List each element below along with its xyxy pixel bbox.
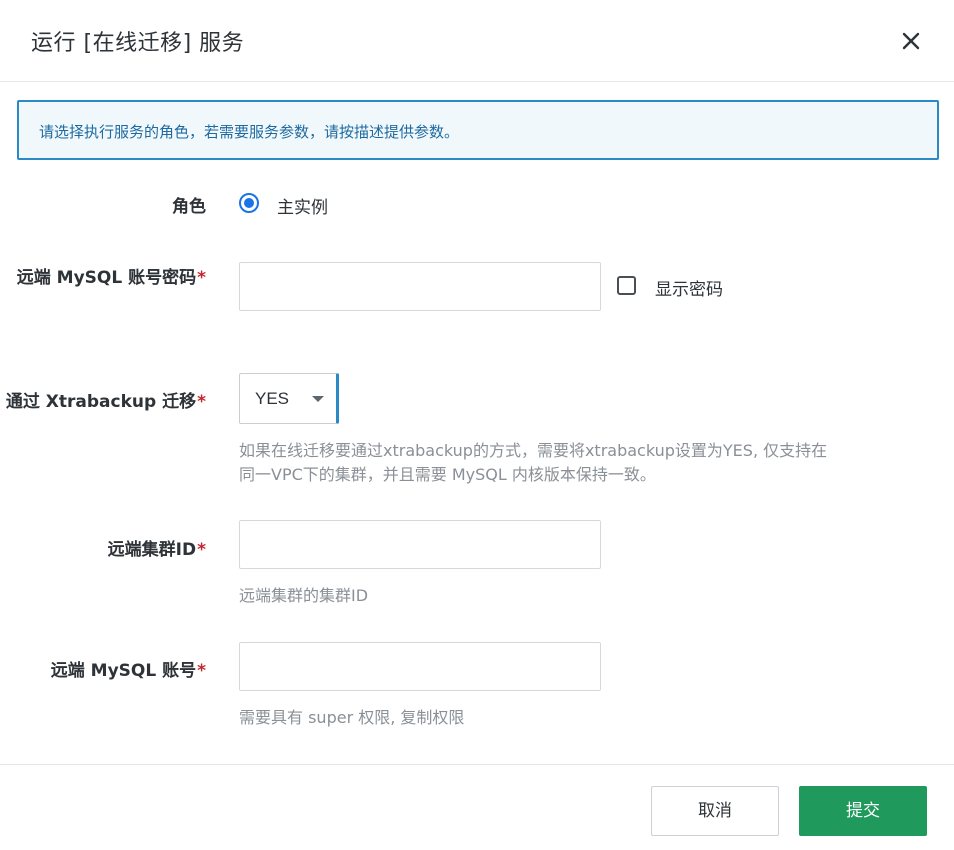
remote-cluster-id-label-text: 远端集群ID — [107, 540, 197, 560]
remote-password-label-text: 远端 MySQL 账号密码 — [16, 268, 197, 288]
xtrabackup-help-line2: 同一VPC下的集群，并且需要 MySQL 内核版本保持一致。 — [239, 465, 656, 484]
remote-password-label: 远端 MySQL 账号密码* — [17, 263, 206, 288]
role-label-text: 角色 — [172, 197, 206, 217]
submit-button[interactable]: 提交 — [799, 786, 927, 836]
remote-cluster-id-input[interactable] — [239, 520, 601, 569]
xtrabackup-help-line1: 如果在线迁移要通过xtrabackup的方式，需要将xtrabackup设置为Y… — [239, 441, 828, 460]
xtrabackup-help: 如果在线迁移要通过xtrabackup的方式，需要将xtrabackup设置为Y… — [239, 439, 827, 487]
remote-password-input[interactable] — [239, 262, 601, 311]
remote-cluster-id-label: 远端集群ID* — [108, 535, 206, 560]
required-mark: * — [197, 392, 206, 412]
dialog-title: 运行 [在线迁移] 服务 — [31, 31, 245, 56]
role-label: 角色 — [172, 192, 206, 217]
cancel-button[interactable]: 取消 — [651, 786, 779, 836]
xtrabackup-label: 通过 Xtrabackup 迁移* — [6, 387, 206, 412]
required-mark: * — [197, 661, 206, 681]
xtrabackup-label-text: 通过 Xtrabackup 迁移 — [5, 392, 197, 412]
remote-account-label: 远端 MySQL 账号* — [51, 656, 206, 681]
remote-account-label-text: 远端 MySQL 账号 — [50, 661, 197, 681]
required-mark: * — [197, 540, 206, 560]
info-notice: 请选择执行服务的角色，若需要服务参数，请按描述提供参数。 — [17, 100, 939, 160]
remote-cluster-id-help: 远端集群的集群ID — [239, 586, 369, 605]
notice-text: 请选择执行服务的角色，若需要服务参数，请按描述提供参数。 — [39, 123, 460, 141]
xtrabackup-select[interactable]: YES — [239, 373, 339, 424]
footer-divider — [0, 764, 954, 765]
remote-account-help: 需要具有 super 权限, 复制权限 — [239, 708, 465, 727]
close-icon[interactable] — [898, 28, 924, 54]
required-mark: * — [197, 268, 206, 288]
remote-account-input[interactable] — [239, 642, 601, 691]
show-password-label[interactable]: 显示密码 — [655, 275, 723, 300]
show-password-checkbox[interactable] — [617, 276, 636, 295]
dialog-header: 运行 [在线迁移] 服务 — [0, 0, 954, 82]
role-radio-primary[interactable] — [239, 193, 259, 213]
chevron-down-icon — [312, 396, 324, 402]
role-option-label[interactable]: 主实例 — [277, 193, 328, 218]
xtrabackup-select-value: YES — [255, 389, 290, 408]
